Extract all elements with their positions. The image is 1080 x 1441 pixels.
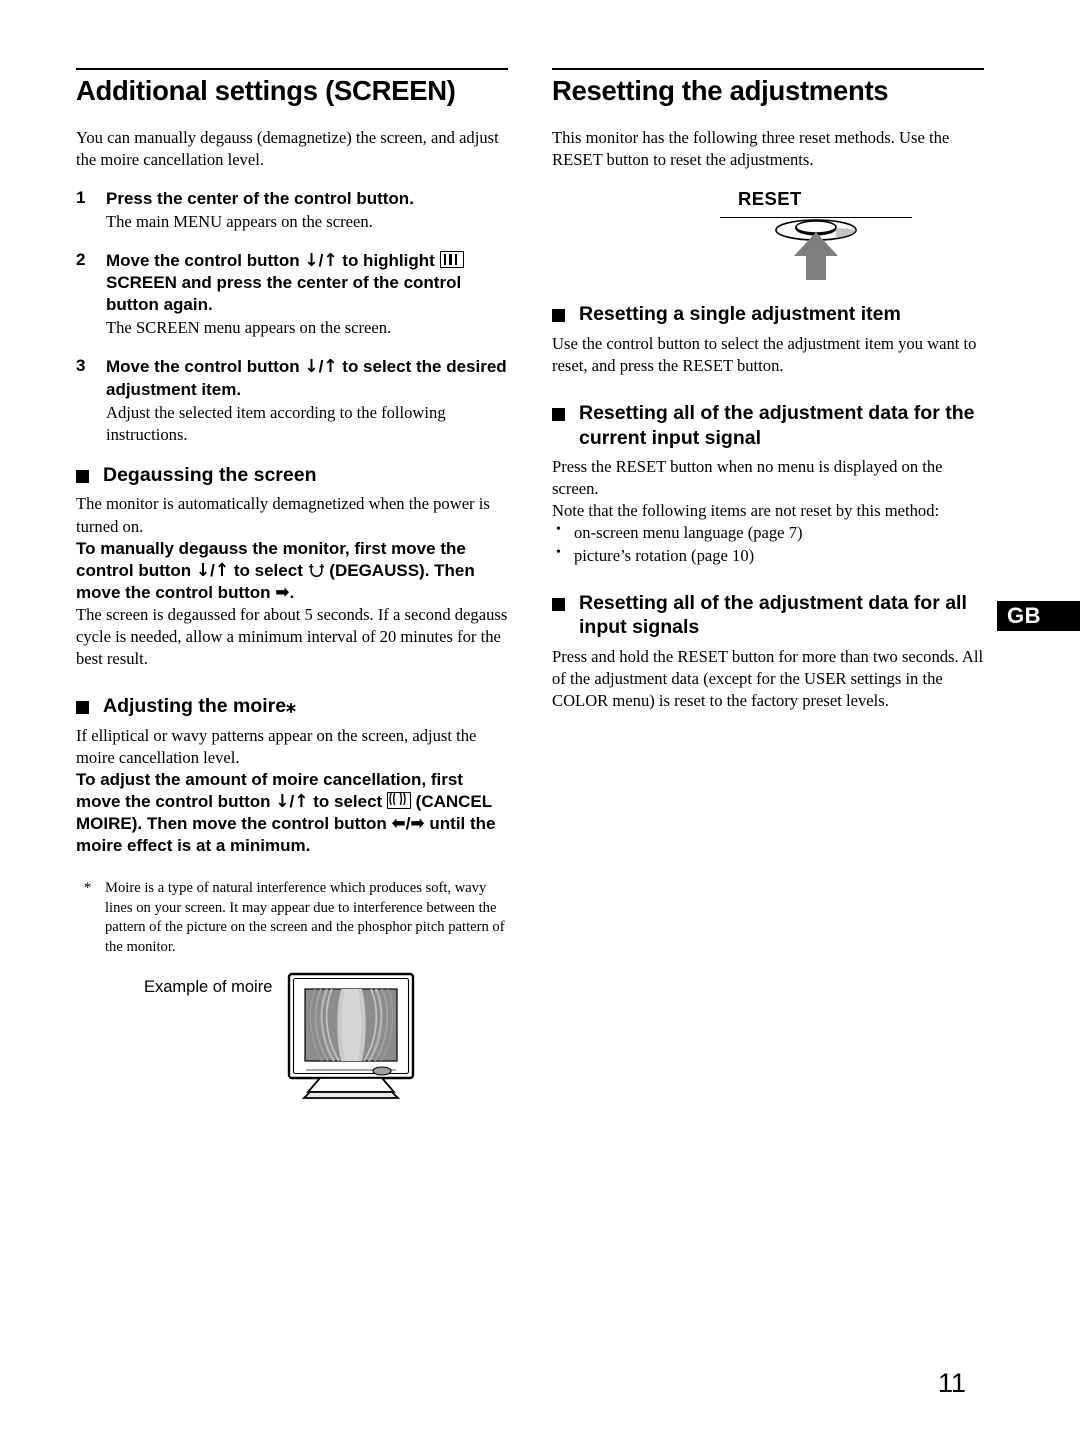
reset-figure-label: RESET — [738, 187, 802, 209]
step-1: 1 Press the center of the control button… — [76, 188, 508, 233]
step-3-heading: Move the control button ↓/↑ to select th… — [106, 356, 508, 400]
reset-button-figure: RESET — [720, 188, 935, 280]
step-2-text-a: Move the control button — [106, 251, 305, 271]
page-title-right: Resetting the adjustments — [552, 75, 889, 106]
reset-current-line-1: Press the RESET button when no menu is d… — [552, 457, 943, 499]
subheading-degaussing: Degaussing the screen — [76, 463, 508, 488]
left-column: Additional settings (SCREEN) You can man… — [76, 68, 508, 1100]
arrow-up-icon: ↑ — [323, 356, 338, 378]
step-2-body: The SCREEN menu appears on the screen. — [106, 318, 392, 338]
footnote-text: Moire is a type of natural interference … — [105, 880, 505, 955]
monitor-illustration — [286, 972, 416, 1100]
arrow-down-icon: ↓ — [304, 250, 319, 272]
step-3-body: Adjust the selected item according to th… — [106, 402, 446, 444]
arrow-up-icon: ↑ — [323, 250, 338, 272]
arrow-down-icon: ↓ — [275, 791, 290, 813]
degauss-instruction: To manually degauss the monitor, first m… — [76, 538, 508, 604]
step-3-number: 3 — [76, 356, 86, 376]
arrow-up-icon: ↑ — [214, 560, 230, 582]
right-title-rule — [552, 68, 984, 70]
degauss-magnet-icon — [308, 562, 325, 578]
left-intro-paragraph: You can manually degauss (demagnetize) t… — [76, 127, 499, 169]
step-2: 2 Move the control button ↓/↑ to highlig… — [76, 250, 508, 339]
degauss-text-d: . — [289, 582, 295, 602]
step-2-text-c: SCREEN and press the center of the contr… — [106, 273, 462, 315]
arrow-left-icon: ⬅ — [391, 813, 406, 835]
footnote-asterisk: * — [84, 880, 92, 897]
arrow-up-icon: ↑ — [294, 791, 309, 813]
cancel-moire-icon — [386, 792, 411, 810]
right-intro-paragraph: This monitor has the following three res… — [552, 127, 950, 169]
moire-text-b: to select — [308, 792, 387, 812]
arrow-down-icon: ↓ — [195, 560, 211, 582]
moire-instruction: To adjust the amount of moire cancellati… — [76, 769, 508, 857]
reset-current-exclusions: on-screen menu language (page 7) picture… — [552, 521, 984, 567]
screen-menu-icon — [439, 251, 464, 269]
right-column: Resetting the adjustments This monitor h… — [552, 68, 984, 729]
step-1-number: 1 — [76, 187, 86, 207]
subheading-moire-text: Adjusting the moire — [103, 695, 287, 718]
arrow-right-icon: ➡ — [275, 582, 290, 604]
step-2-number: 2 — [76, 250, 86, 270]
moire-footnote: * Moire is a type of natural interference… — [76, 879, 508, 957]
degauss-paragraph-1: The monitor is automatically demagnetize… — [76, 494, 490, 536]
arrow-down-icon: ↓ — [304, 356, 319, 378]
page-title-left: Additional settings (SCREEN) — [76, 75, 456, 106]
step-1-heading: Press the center of the control button. — [106, 188, 414, 208]
reset-single-body: Use the control button to select the adj… — [552, 333, 977, 375]
left-title-rule — [76, 68, 508, 70]
degauss-paragraph-2: The screen is degaussed for about 5 seco… — [76, 604, 508, 669]
subheading-reset-current-signal: Resetting all of the adjustment data for… — [552, 401, 984, 451]
step-3: 3 Move the control button ↓/↑ to select … — [76, 356, 508, 445]
step-3-text-a: Move the control button — [106, 357, 305, 377]
step-2-text-b: to highlight — [337, 251, 440, 271]
reset-current-line-2: Note that the following items are not re… — [552, 501, 940, 521]
subheading-reset-all-signals: Resetting all of the adjustment data for… — [552, 591, 984, 641]
arrow-right-icon: ➡ — [410, 813, 425, 835]
moire-example-figure: Example of moire — [144, 972, 508, 1100]
subheading-moire: Adjusting the moire⁎ — [76, 694, 508, 719]
step-1-body: The main MENU appears on the screen. — [106, 212, 373, 232]
degauss-text-b: to select — [229, 560, 308, 580]
step-2-heading: Move the control button ↓/↑ to highlight… — [106, 250, 508, 316]
subheading-moire-asterisk: ⁎ — [286, 695, 296, 718]
reset-all-body: Press and hold the RESET button for more… — [552, 647, 984, 711]
reset-figure-art — [720, 218, 912, 280]
page-number: 11 — [938, 1368, 967, 1398]
list-item: on-screen menu language (page 7) — [552, 521, 984, 544]
language-tab-gb: GB — [997, 601, 1080, 631]
manual-page: Additional settings (SCREEN) You can man… — [0, 0, 1080, 1441]
subheading-reset-single: Resetting a single adjustment item — [552, 302, 984, 327]
moire-figure-caption: Example of moire — [144, 977, 273, 996]
moire-paragraph-1: If elliptical or wavy patterns appear on… — [76, 725, 477, 767]
list-item: picture’s rotation (page 10) — [552, 544, 984, 567]
